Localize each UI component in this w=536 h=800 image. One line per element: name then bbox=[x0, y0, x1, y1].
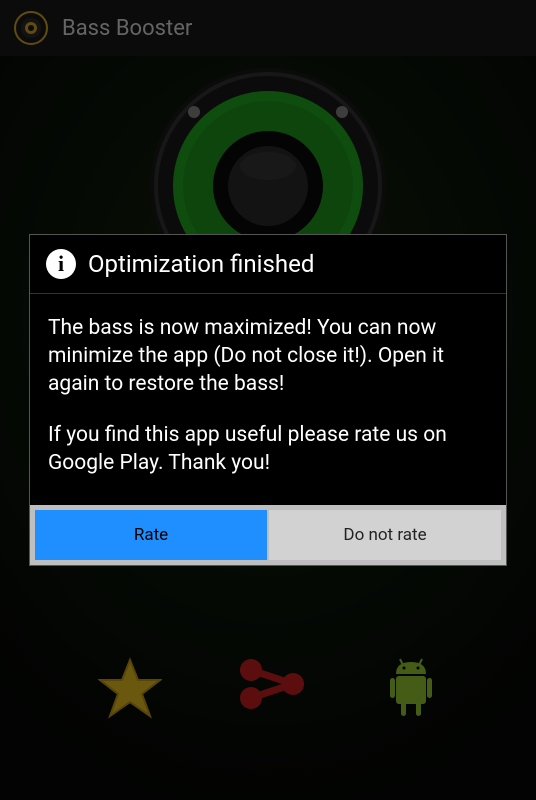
modal-overlay: i Optimization finished The bass is now … bbox=[0, 0, 536, 800]
dialog-title: Optimization finished bbox=[88, 250, 314, 278]
dialog-body: The bass is now maximized! You can now m… bbox=[30, 294, 506, 506]
dialog-message-2: If you find this app useful please rate … bbox=[48, 421, 488, 478]
optimization-dialog: i Optimization finished The bass is now … bbox=[29, 234, 507, 567]
do-not-rate-button[interactable]: Do not rate bbox=[269, 510, 501, 560]
rate-button[interactable]: Rate bbox=[35, 510, 267, 560]
dialog-header: i Optimization finished bbox=[30, 235, 506, 294]
info-icon: i bbox=[46, 249, 76, 279]
dialog-button-row: Rate Do not rate bbox=[30, 505, 506, 565]
dialog-message-1: The bass is now maximized! You can now m… bbox=[48, 314, 488, 399]
